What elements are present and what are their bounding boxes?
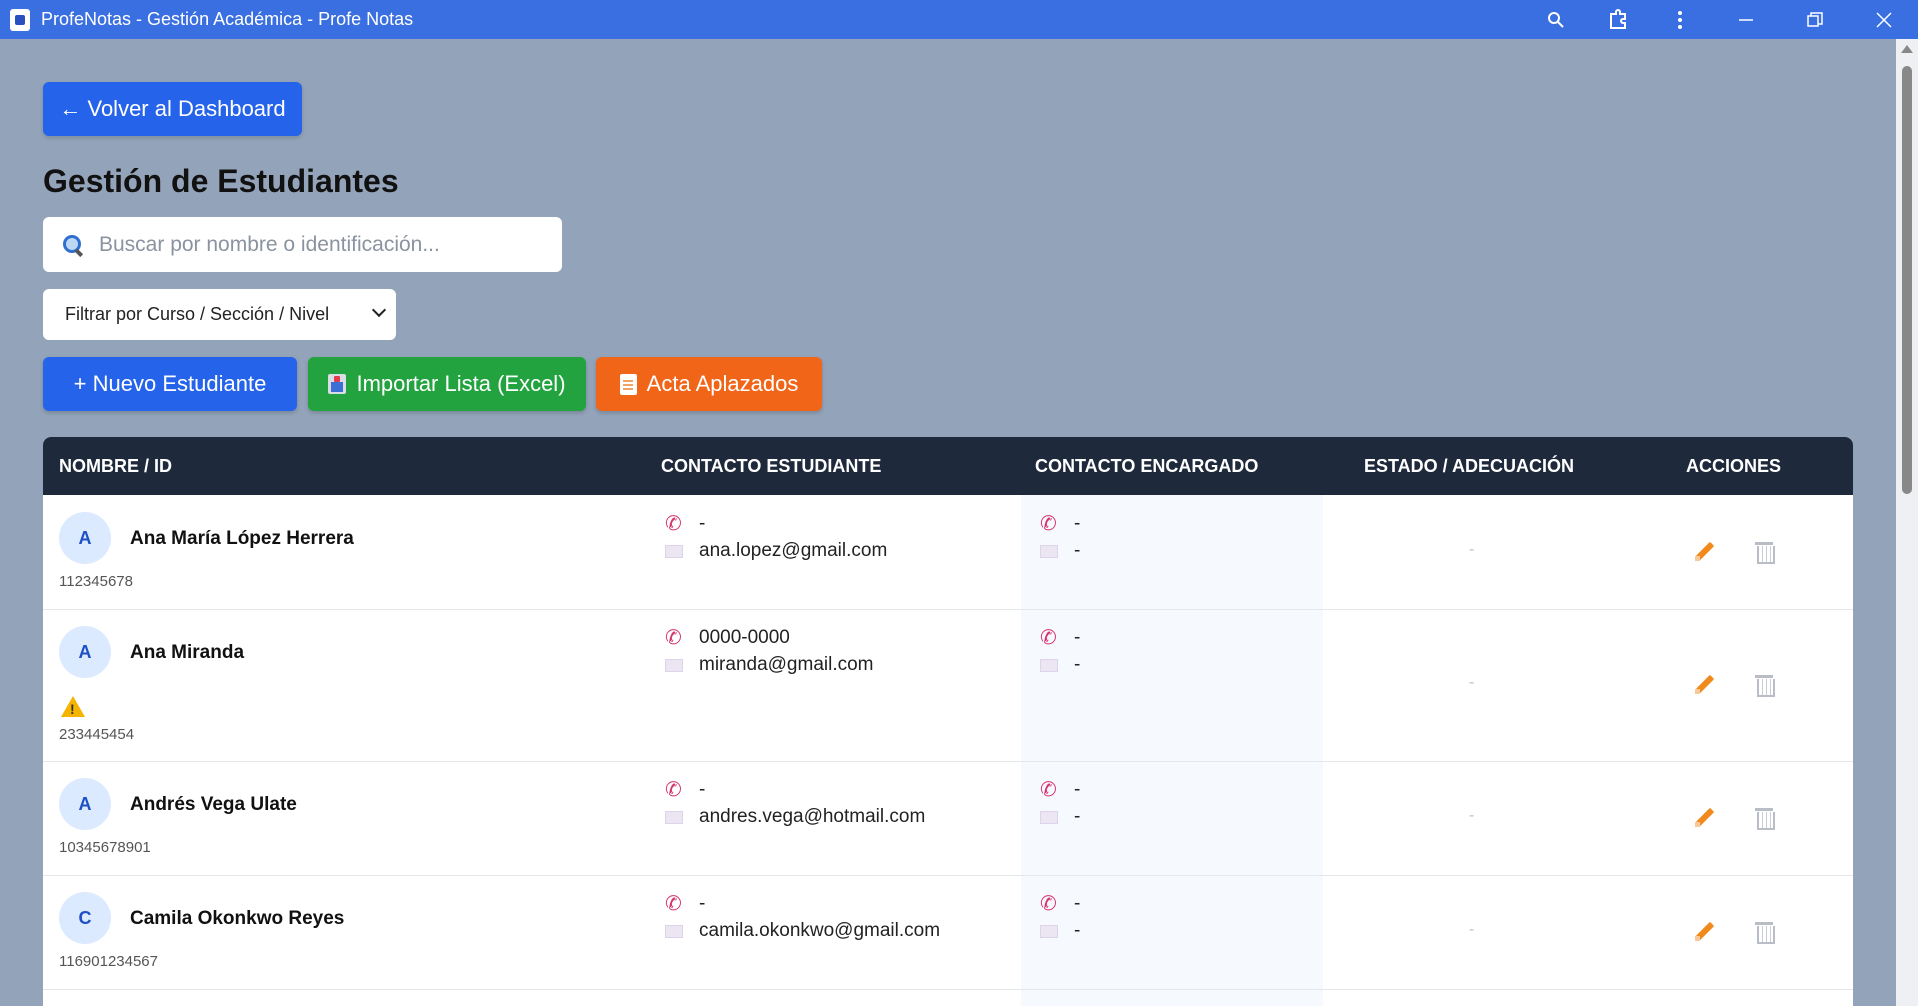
trash-icon[interactable] — [1755, 922, 1775, 944]
email-icon — [665, 924, 683, 938]
new-student-label: + Nuevo Estudiante — [73, 371, 267, 396]
app-icon — [10, 8, 30, 31]
avatar: C — [59, 892, 111, 944]
student-email: miranda@gmail.com — [665, 654, 874, 676]
student-name: Camila Okonkwo Reyes — [130, 908, 345, 929]
email-icon — [665, 658, 683, 672]
edit-icon[interactable] — [1693, 807, 1715, 829]
minimize-icon[interactable] — [1711, 0, 1780, 39]
search-box[interactable] — [43, 217, 562, 272]
edit-icon[interactable] — [1693, 541, 1715, 563]
student-name: Ana Miranda — [130, 642, 245, 663]
guardian-email: - — [1040, 920, 1080, 942]
document-icon — [619, 373, 637, 395]
phone-icon — [1040, 777, 1058, 801]
status-value: - — [1469, 921, 1475, 938]
guardian-phone: - — [1040, 511, 1080, 535]
student-email: ana.lopez@gmail.com — [665, 540, 887, 562]
warning-icon — [61, 696, 85, 717]
header-status: ESTADO / ADECUACIÓN — [1364, 455, 1575, 476]
guardian-phone: - — [1040, 625, 1080, 649]
student-phone: - — [665, 777, 705, 801]
new-student-button[interactable]: + Nuevo Estudiante — [43, 357, 297, 411]
table-row: A Ana María López Herrera 112345678 - an… — [43, 495, 1853, 610]
chevron-down-icon — [371, 302, 387, 318]
acta-aplazados-label: Acta Aplazados — [646, 371, 799, 396]
students-table: NOMBRE / ID CONTACTO ESTUDIANTE CONTACTO… — [43, 437, 1853, 1006]
zoom-icon[interactable] — [1525, 0, 1587, 39]
student-name: Ana María López Herrera — [130, 528, 354, 549]
trash-icon[interactable] — [1755, 675, 1775, 697]
student-id: 112345678 — [59, 573, 133, 590]
menu-icon[interactable] — [1649, 0, 1711, 39]
email-icon — [665, 544, 683, 558]
email-icon — [665, 810, 683, 824]
phone-icon — [1040, 625, 1058, 649]
window-title: ProfeNotas - Gestión Académica - Profe N… — [41, 9, 414, 29]
status-value: - — [1469, 541, 1475, 558]
phone-icon — [1040, 511, 1058, 535]
table-row: A Andrés Vega Ulate 10345678901 - andres… — [43, 762, 1853, 876]
search-icon — [62, 234, 84, 256]
phone-icon — [665, 625, 683, 649]
scroll-up-icon[interactable] — [1901, 45, 1913, 53]
table-row: A Ana Miranda 233445454 0000-0000 mirand… — [43, 610, 1853, 762]
email-icon — [1040, 544, 1058, 558]
header-student-contact: CONTACTO ESTUDIANTE — [661, 455, 882, 476]
restore-icon[interactable] — [1780, 0, 1849, 39]
trash-icon[interactable] — [1755, 542, 1775, 564]
student-id: 116901234567 — [59, 953, 158, 970]
avatar: A — [59, 626, 111, 678]
guardian-phone: - — [1040, 891, 1080, 915]
email-icon — [1040, 810, 1058, 824]
student-email: camila.okonkwo@gmail.com — [665, 920, 940, 942]
close-icon[interactable] — [1849, 0, 1918, 39]
extensions-icon[interactable] — [1587, 0, 1649, 39]
header-name-id: NOMBRE / ID — [59, 455, 173, 476]
guardian-email: - — [1040, 806, 1080, 828]
avatar: A — [59, 778, 111, 830]
back-to-dashboard-button[interactable]: ← Volver al Dashboard — [43, 82, 302, 136]
edit-icon[interactable] — [1693, 674, 1715, 696]
status-value: - — [1469, 674, 1475, 691]
guardian-phone: - — [1040, 777, 1080, 801]
scrollbar-thumb[interactable] — [1902, 66, 1912, 494]
window-titlebar: ProfeNotas - Gestión Académica - Profe N… — [0, 0, 1918, 39]
trash-icon[interactable] — [1755, 808, 1775, 830]
vertical-scrollbar[interactable] — [1896, 39, 1918, 1006]
table-row: C Camila Okonkwo Reyes 116901234567 - ca… — [43, 876, 1853, 990]
student-id: 10345678901 — [59, 839, 151, 856]
filter-selected-value: Filtrar por Curso / Sección / Nivel — [65, 304, 330, 324]
student-name: Andrés Vega Ulate — [130, 794, 297, 815]
phone-icon — [1040, 891, 1058, 915]
header-guardian-contact: CONTACTO ENCARGADO — [1035, 455, 1259, 476]
student-email: andres.vega@hotmail.com — [665, 806, 925, 828]
avatar: A — [59, 512, 111, 564]
status-value: - — [1469, 807, 1475, 824]
student-phone: - — [665, 511, 705, 535]
student-id: 233445454 — [59, 726, 135, 743]
search-input[interactable] — [99, 232, 539, 257]
edit-icon[interactable] — [1693, 921, 1715, 943]
import-list-button[interactable]: Importar Lista (Excel) — [308, 357, 586, 411]
email-icon — [1040, 658, 1058, 672]
phone-icon — [665, 891, 683, 915]
phone-icon — [665, 777, 683, 801]
filter-select[interactable]: Filtrar por Curso / Sección / Nivel — [43, 289, 396, 340]
table-row — [43, 990, 1853, 1006]
phone-icon — [665, 511, 683, 535]
guardian-email: - — [1040, 654, 1080, 676]
header-actions: ACCIONES — [1686, 455, 1782, 476]
import-list-label: Importar Lista (Excel) — [356, 371, 566, 396]
table-header: NOMBRE / ID CONTACTO ESTUDIANTE CONTACTO… — [43, 437, 1853, 495]
guardian-email: - — [1040, 540, 1080, 562]
inbox-icon — [328, 374, 347, 394]
acta-aplazados-button[interactable]: Acta Aplazados — [596, 357, 822, 411]
email-icon — [1040, 924, 1058, 938]
student-phone: - — [665, 891, 705, 915]
page-title: Gestión de Estudiantes — [43, 163, 399, 199]
student-phone: 0000-0000 — [665, 625, 790, 649]
